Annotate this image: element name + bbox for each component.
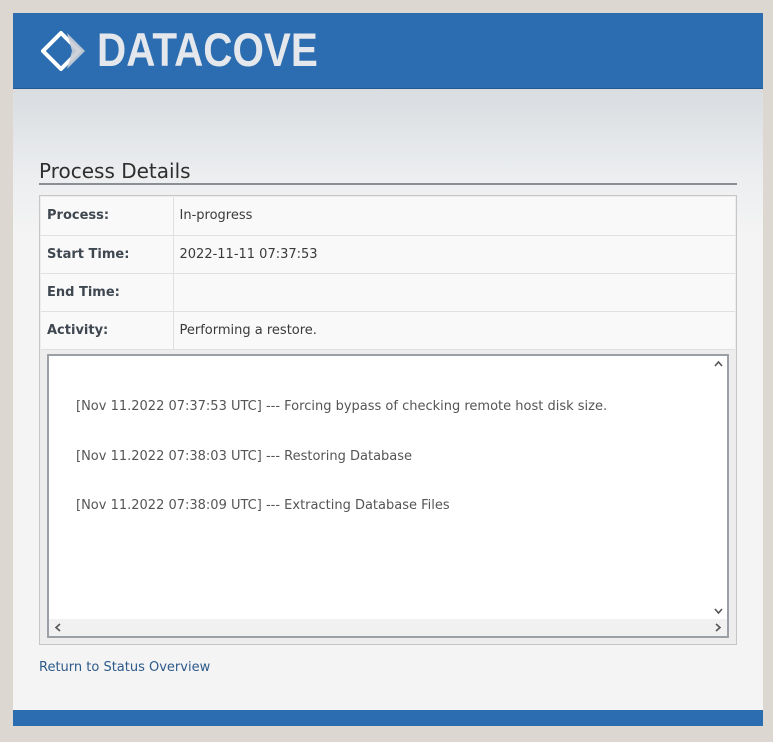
table-row: End Time: bbox=[41, 273, 735, 312]
table-row: Process: In-progress bbox=[41, 197, 735, 236]
scroll-up-icon[interactable] bbox=[714, 360, 723, 367]
end-time-label: End Time: bbox=[41, 273, 174, 312]
process-value: In-progress bbox=[173, 197, 735, 236]
header-bar: DATACOVE bbox=[13, 13, 763, 89]
log-line: [Nov 11.2022 07:37:53 UTC] --- Forcing b… bbox=[76, 399, 608, 414]
log-textarea[interactable]: [Nov 11.2022 07:37:53 UTC] --- Forcing b… bbox=[47, 354, 729, 638]
brand-name: DATACOVE bbox=[97, 23, 318, 76]
activity-label: Activity: bbox=[41, 311, 174, 350]
details-panel: Process: In-progress Start Time: 2022-11… bbox=[39, 195, 737, 645]
horizontal-scrollbar[interactable] bbox=[49, 619, 727, 636]
details-table: Process: In-progress Start Time: 2022-11… bbox=[41, 197, 735, 350]
page-title: Process Details bbox=[39, 159, 191, 183]
activity-value: Performing a restore. bbox=[173, 311, 735, 350]
page-frame: DATACOVE Process Details Process: In-pro… bbox=[13, 13, 763, 726]
footer-bar bbox=[13, 710, 763, 726]
diamond-logo-icon bbox=[41, 31, 85, 71]
table-row: Start Time: 2022-11-11 07:37:53 bbox=[41, 235, 735, 274]
log-lines: [Nov 11.2022 07:37:53 UTC] --- Forcing b… bbox=[76, 366, 607, 548]
main-content: Process Details Process: In-progress Sta… bbox=[13, 89, 763, 711]
log-line: [Nov 11.2022 07:38:03 UTC] --- Restoring… bbox=[76, 448, 413, 464]
scroll-down-icon[interactable] bbox=[714, 608, 723, 615]
start-time-value: 2022-11-11 07:37:53 bbox=[173, 235, 735, 274]
table-row: Activity: Performing a restore. bbox=[41, 311, 735, 350]
end-time-value bbox=[173, 273, 735, 312]
vertical-scrollbar[interactable] bbox=[710, 356, 727, 619]
process-label: Process: bbox=[41, 197, 174, 236]
title-divider bbox=[39, 183, 737, 185]
scroll-right-icon[interactable] bbox=[715, 623, 722, 632]
scroll-left-icon[interactable] bbox=[54, 623, 61, 632]
return-to-status-link[interactable]: Return to Status Overview bbox=[39, 660, 210, 675]
log-line: [Nov 11.2022 07:38:09 UTC] --- Extractin… bbox=[76, 498, 450, 513]
start-time-label: Start Time: bbox=[41, 235, 174, 274]
